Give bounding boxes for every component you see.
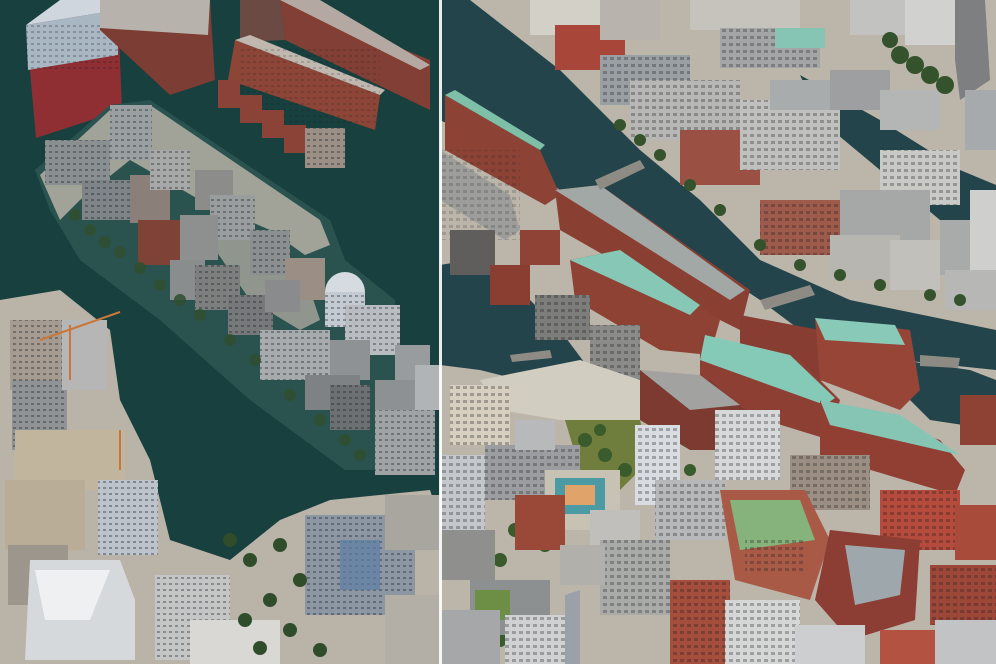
compare-divider[interactable] [439, 0, 442, 664]
aerial-city-view [0, 0, 996, 664]
left-pane [0, 0, 440, 664]
right-pane [440, 0, 996, 664]
